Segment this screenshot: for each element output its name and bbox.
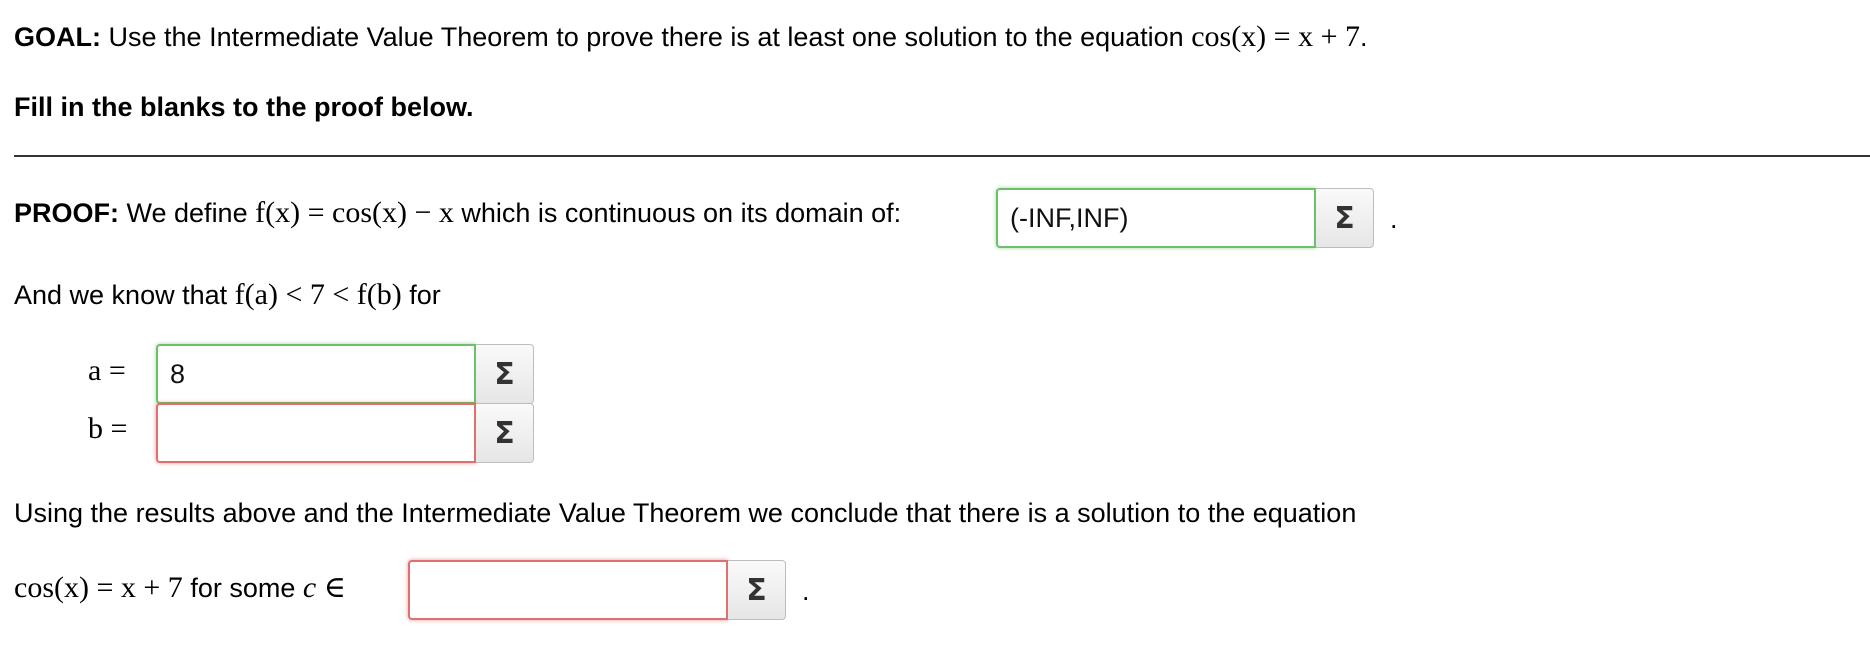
final-var: c ∈ — [302, 571, 346, 604]
know-inequality: f(a) < 7 < f(b) — [234, 278, 402, 311]
b-input[interactable] — [156, 403, 476, 463]
a-input[interactable]: 8 — [156, 344, 476, 404]
goal-line: GOAL: Use the Intermediate Value Theorem… — [14, 20, 1368, 54]
goal-end: . — [1360, 22, 1368, 52]
final-line: cos(x) = x + 7 for some c ∈ — [14, 570, 346, 605]
c-sigma-button[interactable]: Σ — [728, 560, 786, 620]
sigma-icon: Σ — [1334, 200, 1355, 236]
proof-text-2: which is continuous on its domain of: — [461, 198, 902, 228]
proof-text-1: We define — [126, 198, 248, 228]
instruction-text: Fill in the blanks to the proof below. — [14, 92, 474, 122]
domain-sigma-button[interactable]: Σ — [1316, 188, 1374, 248]
goal-label: GOAL: — [14, 22, 101, 52]
sigma-icon: Σ — [746, 572, 767, 608]
domain-input[interactable]: (-INF,INF) — [996, 188, 1316, 248]
a-label: a = — [88, 354, 126, 387]
a-sigma-button[interactable]: Σ — [476, 344, 534, 404]
know-text-2: for — [409, 280, 441, 310]
goal-text: Use the Intermediate Value Theorem to pr… — [108, 22, 1184, 52]
b-sigma-button[interactable]: Σ — [476, 403, 534, 463]
conclusion-text: Using the results above and the Intermed… — [14, 498, 1357, 528]
divider — [14, 155, 1870, 157]
know-line: And we know that f(a) < 7 < f(b) for — [14, 278, 441, 312]
goal-equation: cos(x) = x + 7 — [1191, 20, 1361, 53]
proof-function: f(x) = cos(x) − x — [255, 196, 454, 229]
sigma-icon: Σ — [494, 415, 515, 451]
proof-label: PROOF: — [14, 198, 119, 228]
b-label: b = — [88, 412, 128, 445]
proof-end: . — [1390, 204, 1398, 234]
c-interval-input[interactable] — [408, 560, 728, 620]
final-equation: cos(x) = x + 7 — [14, 571, 183, 604]
instruction: Fill in the blanks to the proof below. — [14, 92, 474, 123]
sigma-icon: Σ — [494, 356, 515, 392]
proof-line: PROOF: We define f(x) = cos(x) − x which… — [14, 196, 901, 230]
final-text: for some — [190, 573, 296, 603]
final-end: . — [802, 576, 810, 606]
know-text-1: And we know that — [14, 280, 228, 310]
